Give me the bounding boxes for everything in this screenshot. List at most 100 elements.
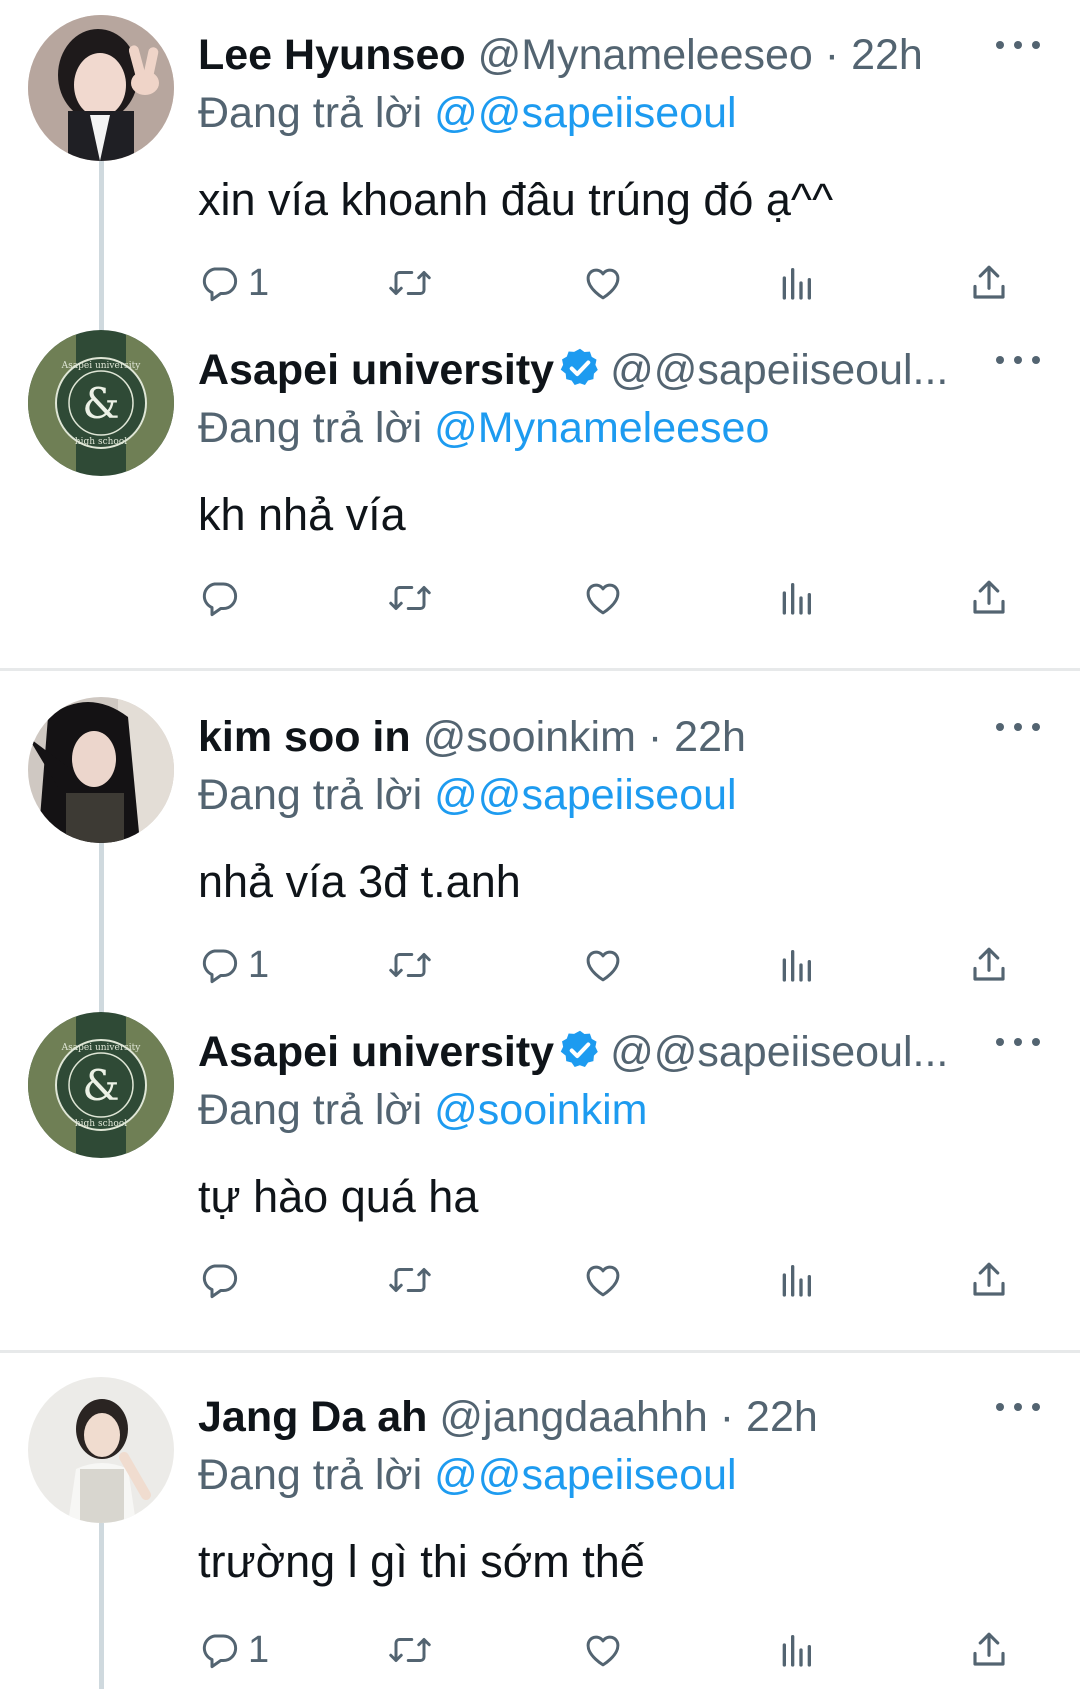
logo-ring-text-bottom: high school xyxy=(75,437,127,447)
action-bar xyxy=(198,1252,1038,1308)
views-icon xyxy=(782,268,811,300)
reply-count: 1 xyxy=(248,261,270,304)
action-bar: 1 xyxy=(198,937,1038,993)
author-handle[interactable]: @Mynameleeseo xyxy=(478,31,813,79)
more-icon[interactable] xyxy=(996,1392,1040,1422)
verified-badge-icon xyxy=(560,1030,598,1068)
share-icon xyxy=(973,947,1005,981)
replying-to: Đang trả lời @Mynameleeseo xyxy=(198,397,769,459)
like-button[interactable] xyxy=(581,570,625,626)
replying-to: Đang trả lời @@sapeiiseoul xyxy=(198,82,737,144)
like-button[interactable] xyxy=(581,937,625,993)
reply-icon xyxy=(202,1634,238,1669)
reply-icon xyxy=(202,582,238,617)
share-button[interactable] xyxy=(968,255,1010,311)
verified-badge-icon xyxy=(560,348,598,386)
views-button[interactable] xyxy=(776,1252,816,1308)
avatar[interactable] xyxy=(28,15,174,161)
tweet[interactable]: & Asapei university high school Asapei u… xyxy=(0,997,1080,1337)
like-icon xyxy=(586,268,620,300)
timestamp[interactable]: 22h xyxy=(851,31,923,79)
avatar[interactable]: & Asapei university high school xyxy=(28,1012,174,1158)
separator-dot: · xyxy=(647,713,663,761)
thread-divider xyxy=(0,668,1080,671)
avatar[interactable]: & Asapei university high school xyxy=(28,330,174,476)
author-handle[interactable]: @sooinkim xyxy=(423,713,636,761)
replying-to-label: Đang trả lời xyxy=(198,771,423,819)
share-icon xyxy=(973,265,1005,299)
like-button[interactable] xyxy=(581,255,625,311)
tweet[interactable]: kim soo in @sooinkim · 22h Đang trả lời … xyxy=(0,682,1080,1022)
replying-to-mention[interactable]: @@sapeiiseoul xyxy=(434,1451,736,1499)
retweet-button[interactable] xyxy=(386,937,434,993)
more-icon[interactable] xyxy=(996,1027,1040,1057)
reply-count: 1 xyxy=(248,943,270,986)
like-icon xyxy=(586,583,620,615)
retweet-button[interactable] xyxy=(386,1622,434,1678)
retweet-button[interactable] xyxy=(386,570,434,626)
tweet[interactable]: Jang Da ah @jangdaahhh · 22h Đang trả lờ… xyxy=(0,1362,1080,1702)
views-button[interactable] xyxy=(776,1622,816,1678)
tweet-text: tự hào quá ha xyxy=(198,1171,479,1222)
like-icon xyxy=(586,1635,620,1667)
share-button[interactable] xyxy=(968,570,1010,626)
reply-icon xyxy=(202,949,238,984)
share-button[interactable] xyxy=(968,1622,1010,1678)
action-bar xyxy=(198,570,1038,626)
retweet-button[interactable] xyxy=(386,1252,434,1308)
author-handle[interactable]: @@sapeiiseoul... xyxy=(610,346,948,394)
views-icon xyxy=(782,1635,811,1667)
share-icon xyxy=(973,580,1005,614)
reply-button[interactable]: 1 xyxy=(198,1622,269,1678)
author-name[interactable]: Asapei university xyxy=(198,346,554,394)
author-name[interactable]: Jang Da ah xyxy=(198,1393,427,1441)
views-button[interactable] xyxy=(776,937,816,993)
avatar-photo xyxy=(28,1377,174,1523)
views-icon xyxy=(782,583,811,615)
author-handle[interactable]: @@sapeiiseoul... xyxy=(610,1028,948,1076)
tweet[interactable]: Lee Hyunseo @Mynameleeseo · 22h Đang trả… xyxy=(0,0,1080,340)
views-icon xyxy=(782,1265,811,1297)
timestamp[interactable]: 22h xyxy=(746,1393,818,1441)
timestamp[interactable]: 22h xyxy=(674,713,746,761)
author-name[interactable]: Asapei university xyxy=(198,1028,554,1076)
like-button[interactable] xyxy=(581,1252,625,1308)
avatar[interactable] xyxy=(28,697,174,843)
more-icon[interactable] xyxy=(996,712,1040,742)
share-button[interactable] xyxy=(968,1252,1010,1308)
author-row: Asapei university @@sapeiiseoul... xyxy=(198,1022,970,1082)
author-handle[interactable]: @jangdaahhh xyxy=(439,1393,707,1441)
replying-to-mention[interactable]: @@sapeiiseoul xyxy=(434,771,736,819)
reply-count: 1 xyxy=(248,1628,270,1671)
author-row: Lee Hyunseo @Mynameleeseo · 22h xyxy=(198,25,970,85)
more-icon[interactable] xyxy=(996,345,1040,375)
replying-to: Đang trả lời @sooinkim xyxy=(198,1079,647,1141)
replying-to-mention[interactable]: @Mynameleeseo xyxy=(434,404,769,452)
author-name[interactable]: kim soo in xyxy=(198,713,411,761)
avatar[interactable] xyxy=(28,1377,174,1523)
school-logo: & Asapei university high school xyxy=(28,1012,174,1158)
views-button[interactable] xyxy=(776,255,816,311)
avatar-photo xyxy=(28,697,174,843)
logo-ring-text-bottom: high school xyxy=(75,1119,127,1129)
reply-button[interactable] xyxy=(198,1252,240,1308)
logo-ring-text-top: Asapei university xyxy=(61,1043,142,1053)
more-icon[interactable] xyxy=(996,30,1040,60)
retweet-icon xyxy=(389,1268,431,1292)
reply-button[interactable]: 1 xyxy=(198,255,269,311)
replying-to-mention[interactable]: @@sapeiiseoul xyxy=(434,89,736,137)
tweet[interactable]: & Asapei university high school Asapei u… xyxy=(0,315,1080,655)
reply-button[interactable] xyxy=(198,570,240,626)
replying-to-mention[interactable]: @sooinkim xyxy=(434,1086,647,1134)
share-button[interactable] xyxy=(968,937,1010,993)
like-button[interactable] xyxy=(581,1622,625,1678)
author-name[interactable]: Lee Hyunseo xyxy=(198,31,466,79)
reply-button[interactable]: 1 xyxy=(198,937,269,993)
views-button[interactable] xyxy=(776,570,816,626)
replying-to-label: Đang trả lời xyxy=(198,1451,423,1499)
tweet-text: kh nhả vía xyxy=(198,489,406,540)
logo-ring-text-top: Asapei university xyxy=(61,361,142,371)
retweet-button[interactable] xyxy=(386,255,434,311)
retweet-icon xyxy=(389,271,431,295)
avatar-photo xyxy=(28,15,174,161)
